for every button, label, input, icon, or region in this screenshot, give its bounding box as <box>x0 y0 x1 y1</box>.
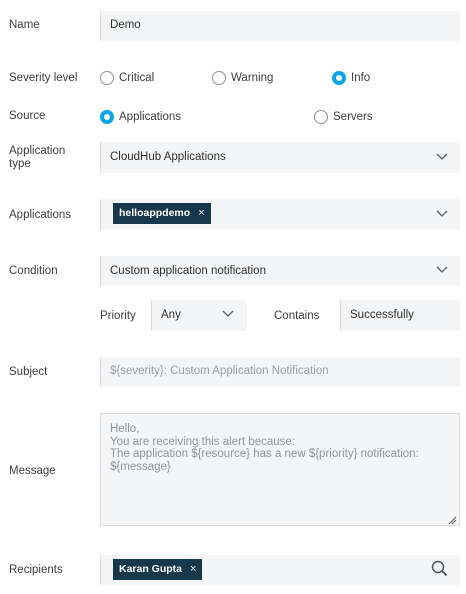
applications-label: Applications <box>9 209 72 221</box>
contains-value: Successfully <box>350 309 414 321</box>
subject-input[interactable]: ${severity}: Custom Application Notifica… <box>100 357 460 387</box>
contains-label: Contains <box>274 310 320 322</box>
condition-value: Custom application notification <box>110 265 266 277</box>
chip-label: Karan Gupta <box>119 563 183 575</box>
radio-circle <box>100 71 114 85</box>
applications-multiselect[interactable]: helloappdemo × <box>100 199 460 230</box>
message-placeholder: Hello, You are receiving this alert beca… <box>110 423 419 473</box>
priority-value: Any <box>161 309 181 321</box>
application-type-label: Application type <box>9 145 65 171</box>
subject-placeholder: ${severity}: Custom Application Notifica… <box>110 365 329 377</box>
name-value: Demo <box>110 19 141 31</box>
contains-input[interactable]: Successfully <box>340 300 460 331</box>
condition-select[interactable]: Custom application notification <box>100 256 460 286</box>
recipients-label: Recipients <box>9 564 63 576</box>
search-icon[interactable] <box>431 560 448 580</box>
chip-label: helloappdemo <box>119 207 191 219</box>
recipients-multiselect[interactable]: Karan Gupta × <box>100 555 460 585</box>
message-textarea[interactable]: Hello, You are receiving this alert beca… <box>100 413 460 526</box>
message-label: Message <box>9 465 56 477</box>
source-label: Source <box>9 110 46 122</box>
source-radio-servers[interactable]: Servers <box>314 110 373 124</box>
radio-circle <box>314 110 328 124</box>
recipient-chip: Karan Gupta × <box>113 559 203 580</box>
priority-label: Priority <box>100 310 136 322</box>
chip-remove-icon[interactable]: × <box>190 559 196 580</box>
resize-grip-icon[interactable] <box>448 514 457 525</box>
application-type-label-line2: type <box>9 158 31 170</box>
chevron-down-icon <box>436 153 448 161</box>
condition-label: Condition <box>9 265 58 277</box>
subject-label: Subject <box>9 366 48 378</box>
priority-select[interactable]: Any <box>151 300 247 331</box>
radio-circle-selected <box>100 110 114 124</box>
radio-circle-selected <box>332 71 346 85</box>
radio-label: Warning <box>231 72 274 84</box>
source-radio-applications[interactable]: Applications <box>100 110 181 124</box>
severity-radio-critical[interactable]: Critical <box>100 71 154 85</box>
radio-label: Critical <box>119 72 155 84</box>
application-type-value: CloudHub Applications <box>110 151 226 163</box>
radio-label: Info <box>351 72 371 84</box>
chip-remove-icon[interactable]: × <box>198 203 204 224</box>
application-chip: helloappdemo × <box>113 203 211 224</box>
chevron-down-icon <box>222 310 234 318</box>
radio-circle <box>212 71 226 85</box>
name-label: Name <box>9 19 40 31</box>
application-type-label-line1: Application <box>9 145 66 157</box>
radio-label: Servers <box>333 111 373 123</box>
radio-label: Applications <box>119 111 182 123</box>
severity-label: Severity level <box>9 72 78 84</box>
name-input[interactable]: Demo <box>100 11 460 41</box>
chevron-down-icon <box>436 266 448 274</box>
application-type-select[interactable]: CloudHub Applications <box>100 142 460 173</box>
severity-radio-info[interactable]: Info <box>332 71 370 85</box>
chevron-down-icon <box>436 210 448 218</box>
severity-radio-warning[interactable]: Warning <box>212 71 273 85</box>
